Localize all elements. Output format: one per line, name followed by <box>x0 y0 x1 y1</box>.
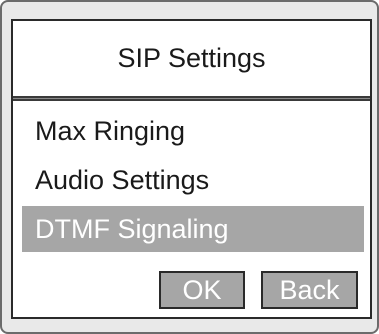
title-divider <box>13 96 370 101</box>
screen-title: SIP Settings <box>117 43 266 73</box>
back-button[interactable]: Back <box>261 271 358 309</box>
settings-menu: Max Ringing Audio Settings DTMF Signalin… <box>13 108 370 255</box>
lcd-screen: SIP Settings Max Ringing Audio Settings … <box>11 19 372 319</box>
phone-display-frame: SIP Settings Max Ringing Audio Settings … <box>0 0 379 334</box>
menu-item-max-ringing[interactable]: Max Ringing <box>13 108 370 154</box>
softkey-bar: OK Back <box>13 271 370 309</box>
menu-item-dtmf-signaling[interactable]: DTMF Signaling <box>22 206 364 252</box>
menu-item-audio-settings[interactable]: Audio Settings <box>13 157 370 203</box>
ok-button[interactable]: OK <box>159 271 245 309</box>
